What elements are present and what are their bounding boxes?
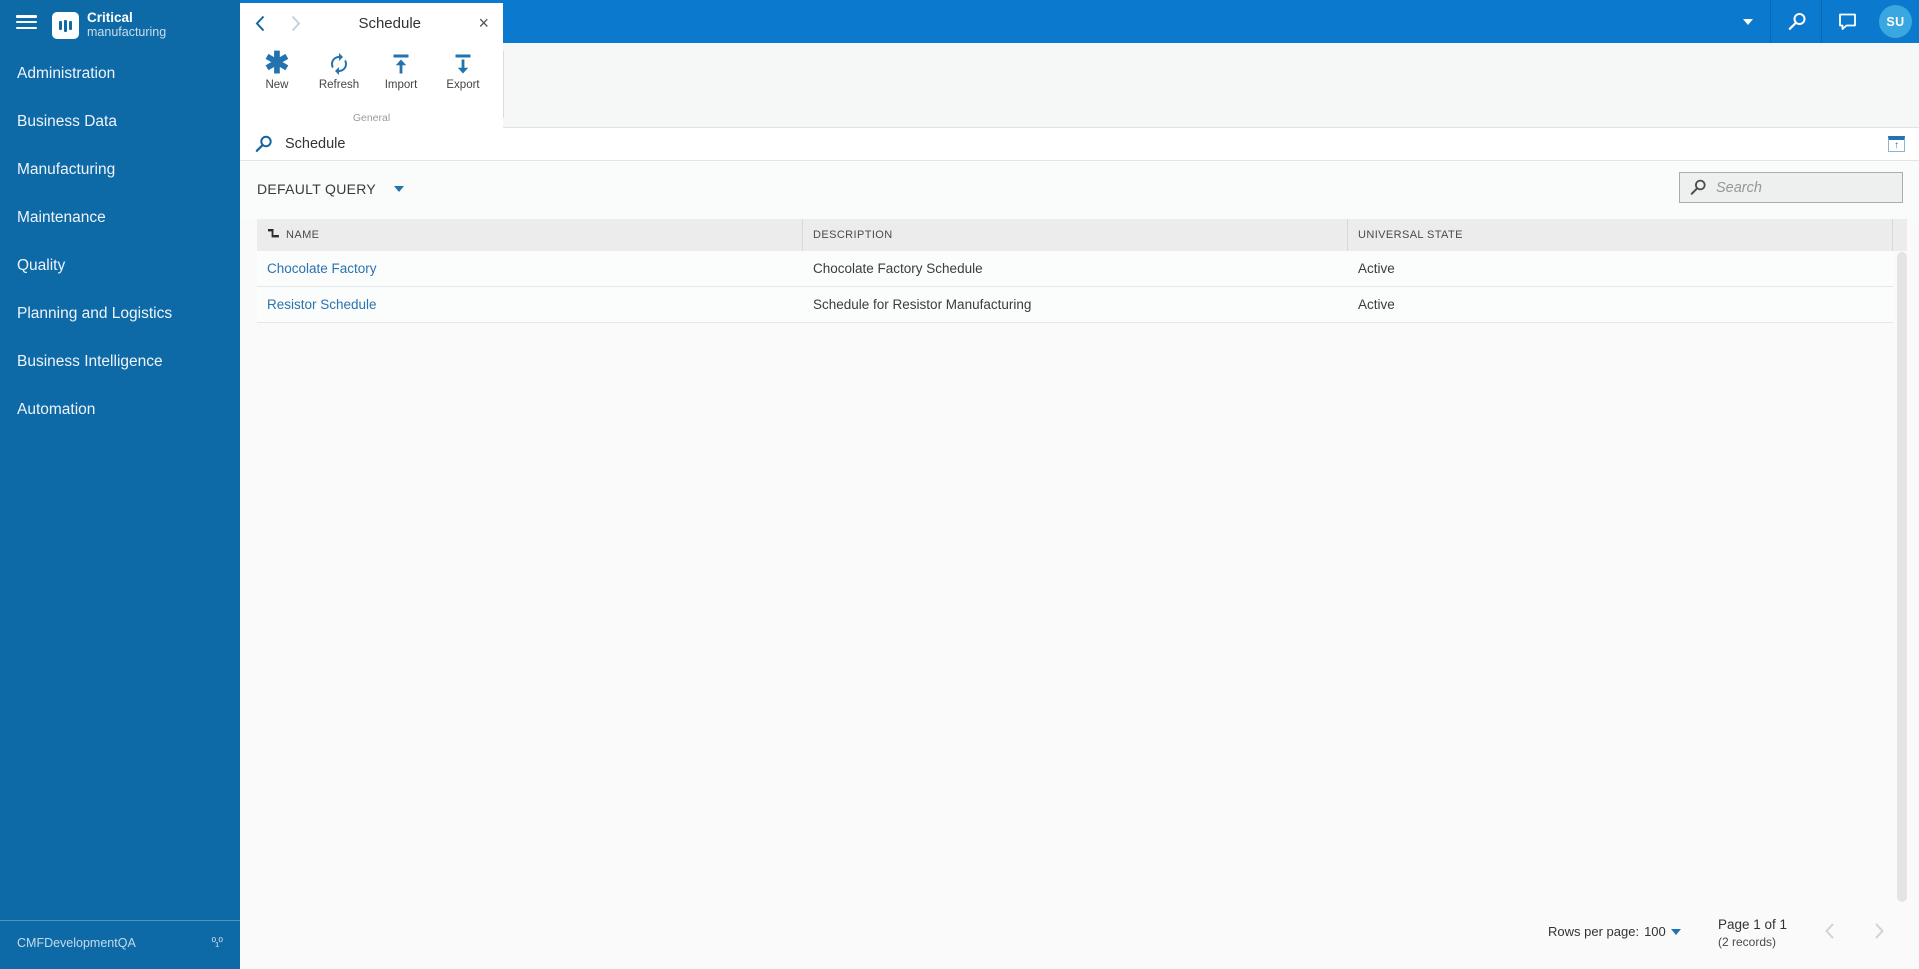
- ribbon-group-general: ✱ New Refresh Import Export General: [240, 43, 504, 128]
- column-header-name-label: NAME: [286, 229, 320, 241]
- tab-title: Schedule: [358, 14, 422, 32]
- sort-icon: [267, 227, 280, 243]
- new-button-label: New: [265, 79, 289, 91]
- export-icon: [451, 50, 475, 77]
- collapse-up-arrow-icon: ↑: [1894, 139, 1899, 151]
- grid-search-input[interactable]: [1707, 179, 1902, 196]
- column-header-name[interactable]: NAME: [257, 219, 803, 251]
- sidebar-item-administration[interactable]: Administration: [0, 50, 240, 98]
- sidebar-item-maintenance[interactable]: Maintenance: [0, 194, 240, 242]
- ribbon-toolbar: ✱ New Refresh Import Export General: [240, 43, 1919, 128]
- grid-search-box[interactable]: [1679, 172, 1903, 203]
- import-button[interactable]: Import: [370, 50, 432, 91]
- sidebar-item-automation[interactable]: Automation: [0, 386, 240, 434]
- new-button[interactable]: ✱ New: [246, 46, 308, 91]
- sidebar-item-business-intelligence[interactable]: Business Intelligence: [0, 338, 240, 386]
- row-name-link[interactable]: Resistor Schedule: [267, 297, 377, 312]
- row-universal-state: Active: [1358, 297, 1395, 312]
- refresh-button[interactable]: Refresh: [308, 50, 370, 91]
- refresh-icon: [327, 50, 351, 77]
- ribbon-group-label: General: [352, 112, 391, 124]
- context-dropdown-caret-icon[interactable]: [1743, 19, 1753, 25]
- rows-per-page-label: Rows per page:: [1548, 924, 1640, 939]
- grid-search-icon: [1690, 179, 1706, 195]
- topbar-separator: [1770, 0, 1771, 43]
- page-info: Page 1 of 1 (2 records): [1718, 917, 1787, 949]
- brand-text: Critical manufacturing: [87, 10, 167, 40]
- export-button[interactable]: Export: [432, 50, 494, 91]
- connection-binary-icon: ⁰₁⁰: [211, 935, 223, 949]
- sidebar-item-manufacturing[interactable]: Manufacturing: [0, 146, 240, 194]
- import-icon: [389, 50, 413, 77]
- environment-name: CMFDevelopmentQA: [17, 936, 136, 950]
- sidebar-item-quality[interactable]: Quality: [0, 242, 240, 290]
- sidebar: Critical manufacturing Administration Bu…: [0, 0, 240, 969]
- previous-page-icon[interactable]: [1824, 922, 1835, 945]
- menu-hamburger-icon[interactable]: [16, 15, 37, 30]
- tab-back-icon[interactable]: [255, 15, 265, 32]
- brand-line2: manufacturing: [87, 24, 167, 39]
- export-button-label: Export: [446, 79, 480, 91]
- column-header-description[interactable]: DESCRIPTION: [803, 219, 1348, 251]
- row-description: Schedule for Resistor Manufacturing: [813, 297, 1032, 312]
- import-button-label: Import: [384, 79, 418, 91]
- tab-forward-icon[interactable]: [291, 15, 301, 32]
- brand-line1: Critical: [87, 10, 133, 25]
- collapse-panel-button[interactable]: ↑: [1888, 136, 1905, 152]
- user-avatar[interactable]: SU: [1879, 5, 1912, 38]
- next-page-icon[interactable]: [1874, 922, 1885, 945]
- entity-filter-row: Schedule ↑: [240, 128, 1919, 161]
- entity-search-icon: [255, 135, 273, 158]
- row-name-link[interactable]: Chocolate Factory: [267, 261, 377, 276]
- column-header-description-label: DESCRIPTION: [813, 229, 893, 241]
- table-row[interactable]: Resistor Schedule Schedule for Resistor …: [257, 287, 1893, 323]
- row-universal-state: Active: [1358, 261, 1395, 276]
- query-selector[interactable]: DEFAULT QUERY: [257, 181, 405, 197]
- table-row[interactable]: Chocolate Factory Chocolate Factory Sche…: [257, 251, 1893, 287]
- sidebar-item-planning-and-logistics[interactable]: Planning and Logistics: [0, 290, 240, 338]
- rows-per-page-value: 100: [1644, 924, 1666, 939]
- query-selected-label: DEFAULT QUERY: [257, 181, 377, 197]
- column-header-universal-state[interactable]: UNIVERSAL STATE: [1348, 219, 1893, 251]
- global-search-icon[interactable]: [1788, 12, 1807, 36]
- tab-close-icon[interactable]: ×: [478, 14, 489, 32]
- topbar-separator: [1821, 0, 1822, 43]
- grid-header-gutter: [1893, 219, 1907, 251]
- query-row: DEFAULT QUERY: [240, 161, 1919, 219]
- application-window: { "colors": { "sidebar_bg": "#0e6aa7", "…: [0, 0, 1919, 969]
- sidebar-footer: CMFDevelopmentQA ⁰₁⁰: [0, 920, 240, 969]
- company-logo: [52, 12, 79, 39]
- row-description: Chocolate Factory Schedule: [813, 261, 983, 276]
- refresh-button-label: Refresh: [318, 79, 360, 91]
- new-asterisk-icon: ✱: [264, 46, 290, 80]
- page-number-label: Page 1 of 1: [1718, 917, 1788, 932]
- tab-schedule[interactable]: Schedule ×: [240, 3, 503, 43]
- sidebar-item-business-data[interactable]: Business Data: [0, 98, 240, 146]
- vertical-scrollbar[interactable]: [1897, 252, 1907, 902]
- column-header-universal-state-label: UNIVERSAL STATE: [1358, 229, 1463, 241]
- rows-per-page-caret-icon: [1670, 928, 1681, 935]
- sidebar-nav: Administration Business Data Manufacturi…: [0, 50, 240, 434]
- rows-per-page-selector[interactable]: Rows per page: 100: [1548, 924, 1681, 939]
- grid-header: NAME DESCRIPTION UNIVERSAL STATE: [257, 219, 1907, 251]
- messages-chat-icon[interactable]: [1837, 11, 1858, 37]
- query-caret-icon: [394, 186, 405, 192]
- entity-name-label[interactable]: Schedule: [285, 136, 345, 152]
- records-count-label: (2 records): [1718, 935, 1777, 949]
